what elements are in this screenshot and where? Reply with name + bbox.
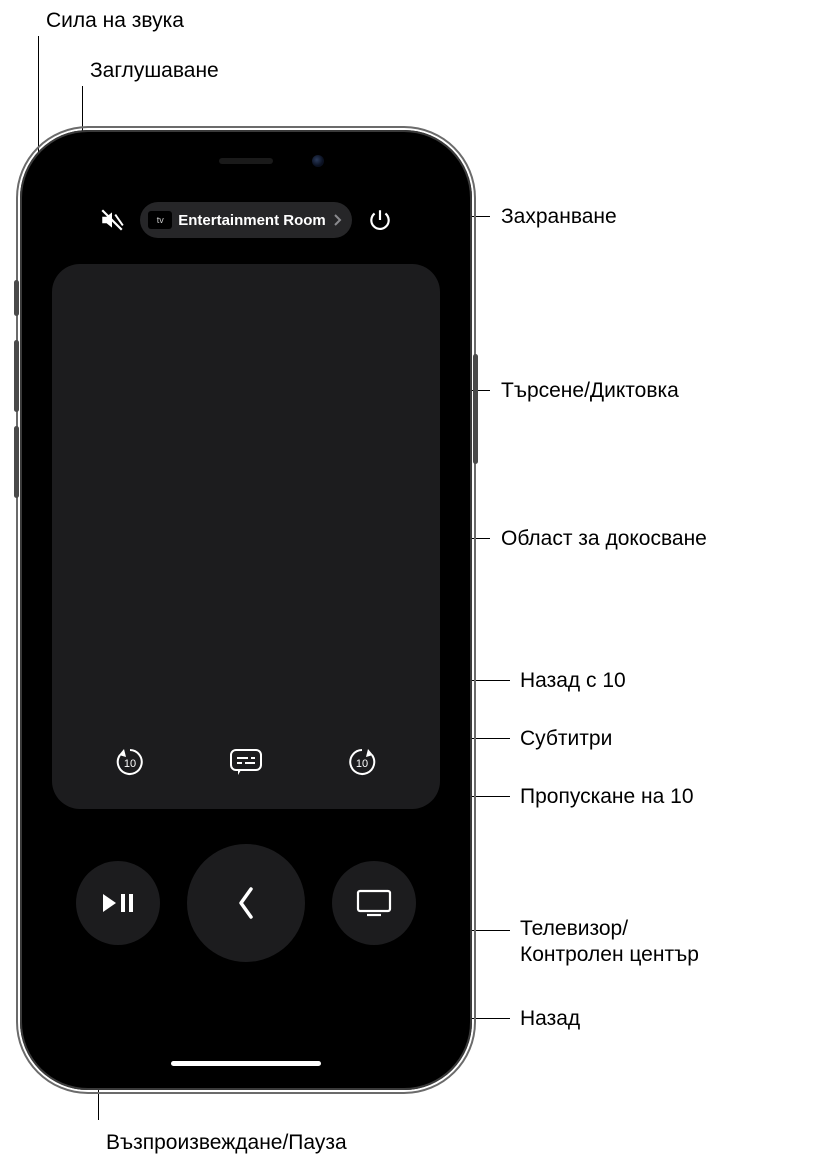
- callout-tv-line1: Телевизор/: [520, 916, 628, 941]
- earpiece: [219, 158, 273, 164]
- captions-button[interactable]: [221, 737, 271, 787]
- mute-button[interactable]: [92, 200, 132, 240]
- callout-play-pause: Възпроизвеждане/Пауза: [106, 1130, 347, 1155]
- svg-text:10: 10: [356, 758, 368, 770]
- callout-skip-back-10: Назад с 10: [520, 668, 626, 693]
- callout-tv-line2: Контролен център: [520, 942, 699, 967]
- back-button[interactable]: [187, 844, 305, 962]
- play-pause-button[interactable]: [76, 861, 160, 945]
- chevron-right-icon: [332, 213, 342, 227]
- bottom-controls: [34, 844, 458, 962]
- chevron-left-icon: [233, 883, 259, 923]
- skip-forward-10-button[interactable]: 10: [337, 737, 387, 787]
- skip-back-10-icon: 10: [112, 744, 148, 780]
- apple-tv-badge-icon: tv: [148, 211, 172, 229]
- front-camera: [312, 155, 324, 167]
- side-volume-up: [14, 340, 19, 412]
- callout-power: Захранване: [501, 204, 617, 229]
- callout-back: Назад: [520, 1006, 580, 1031]
- play-pause-icon: [101, 890, 135, 916]
- device-selector[interactable]: tv Entertainment Room: [140, 202, 352, 238]
- device-name: Entertainment Room: [178, 212, 326, 229]
- touch-row: 10 1: [52, 737, 440, 787]
- iphone-frame: tv Entertainment Room: [20, 130, 472, 1090]
- skip-back-10-button[interactable]: 10: [105, 737, 155, 787]
- skip-forward-10-icon: 10: [344, 744, 380, 780]
- power-button[interactable]: [360, 200, 400, 240]
- tv-icon: [355, 888, 393, 918]
- notch: [146, 144, 346, 178]
- home-indicator[interactable]: [171, 1061, 321, 1066]
- callout-volume: Сила на звука: [46, 8, 184, 33]
- callout-skip-fwd-10: Пропускане на 10: [520, 784, 694, 809]
- callout-mute: Заглушаване: [90, 58, 219, 83]
- remote-top-bar: tv Entertainment Room: [34, 200, 458, 240]
- tv-control-center-button[interactable]: [332, 861, 416, 945]
- callout-touch-area: Област за докосване: [501, 526, 707, 551]
- power-icon: [367, 207, 393, 233]
- touch-surface[interactable]: 10 1: [52, 264, 440, 809]
- callout-subtitles: Субтитри: [520, 726, 612, 751]
- screen: tv Entertainment Room: [34, 144, 458, 1076]
- side-power-button: [473, 354, 478, 464]
- callout-search-dictation: Търсене/Диктовка: [501, 378, 679, 403]
- side-silent-switch: [14, 280, 19, 316]
- mute-icon: [99, 207, 125, 233]
- side-volume-down: [14, 426, 19, 498]
- svg-text:10: 10: [124, 758, 136, 770]
- captions-icon: [228, 747, 264, 777]
